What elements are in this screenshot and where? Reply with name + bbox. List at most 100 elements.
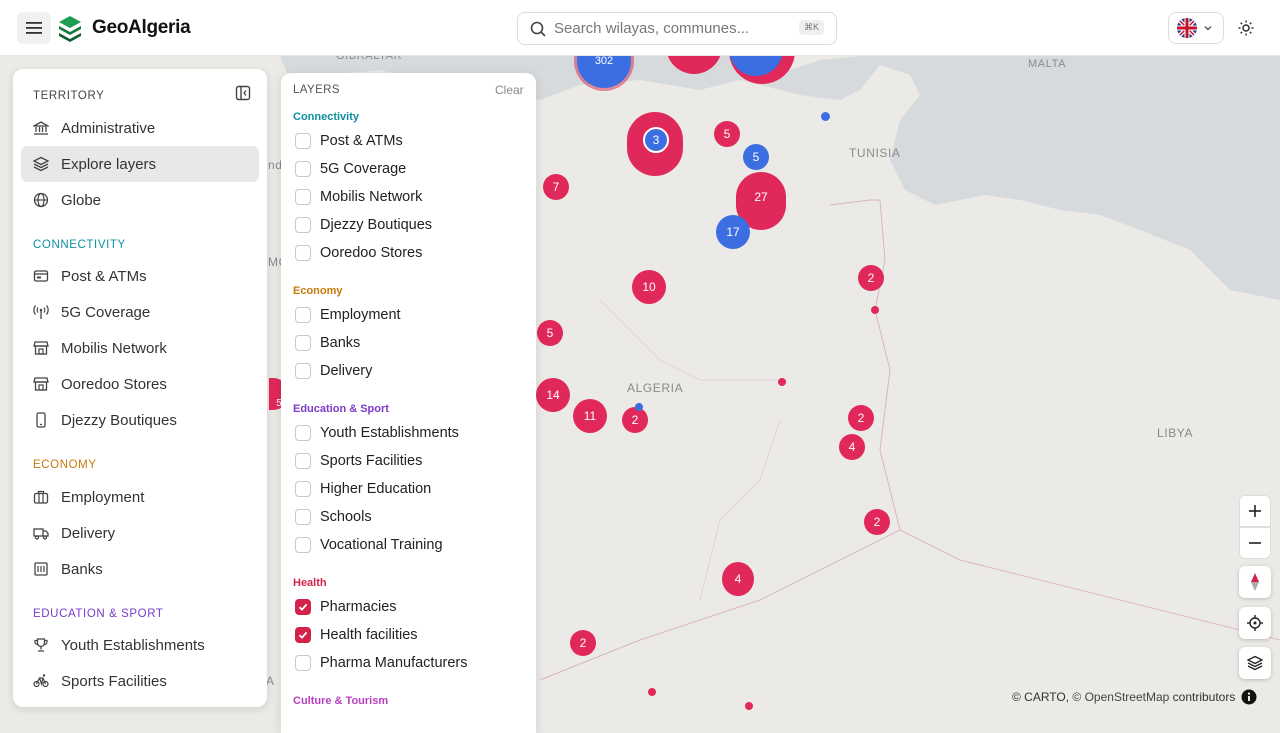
- locate-button[interactable]: [1239, 607, 1271, 639]
- layer-checkbox-row[interactable]: Djezzy Boutiques: [295, 217, 432, 233]
- checkbox-unchecked[interactable]: [295, 425, 311, 441]
- checkbox-unchecked[interactable]: [295, 133, 311, 149]
- map-label-libya: LIBYA: [1157, 426, 1194, 440]
- attribution-osm-link[interactable]: © OpenStreetMap: [1072, 690, 1169, 704]
- collapse-sidebar-icon[interactable]: [235, 85, 251, 101]
- compass-button[interactable]: [1239, 566, 1271, 598]
- sidebar-item-employment[interactable]: Employment: [21, 479, 259, 515]
- cluster-marker[interactable]: 2: [858, 265, 884, 291]
- cluster-count: 5: [752, 150, 760, 164]
- zoom-in-button[interactable]: [1239, 495, 1271, 527]
- checkbox-unchecked[interactable]: [295, 335, 311, 351]
- layer-checkbox-row[interactable]: Pharmacies: [295, 599, 397, 615]
- layer-checkbox-row[interactable]: Ooredoo Stores: [295, 245, 422, 261]
- checkbox-unchecked[interactable]: [295, 509, 311, 525]
- checkbox-unchecked[interactable]: [295, 217, 311, 233]
- cluster-marker[interactable]: 2: [848, 405, 874, 431]
- info-icon[interactable]: [1241, 689, 1257, 705]
- point-marker[interactable]: [778, 378, 786, 386]
- sidebar-item-sports-facilities[interactable]: Sports Facilities: [21, 663, 259, 699]
- cluster-marker[interactable]: 2: [622, 407, 648, 433]
- layer-checkbox-row[interactable]: Schools: [295, 509, 372, 525]
- brand-title: GeoAlgeria: [92, 17, 191, 38]
- cluster-count: 4: [734, 572, 742, 586]
- uk-flag-icon: [1177, 18, 1197, 38]
- cluster-marker[interactable]: 14: [536, 378, 570, 412]
- clear-layers-button[interactable]: Clear: [495, 83, 524, 97]
- layer-checkbox-row[interactable]: Delivery: [295, 363, 372, 379]
- theme-toggle[interactable]: [1234, 16, 1258, 40]
- sidebar-item-globe[interactable]: Globe: [21, 182, 259, 218]
- checkbox-unchecked[interactable]: [295, 245, 311, 261]
- checkbox-unchecked[interactable]: [295, 363, 311, 379]
- checkbox-unchecked[interactable]: [295, 453, 311, 469]
- layer-checkbox-row[interactable]: Vocational Training: [295, 537, 443, 553]
- search-input[interactable]: [554, 20, 784, 37]
- layer-checkbox-row[interactable]: Employment: [295, 307, 401, 323]
- sidebar-item-mobilis-network[interactable]: Mobilis Network: [21, 330, 259, 366]
- trophy-icon: [34, 638, 48, 652]
- sidebar-item-label: Ooredoo Stores: [61, 375, 167, 393]
- layer-checkbox-row[interactable]: Pharma Manufacturers: [295, 655, 467, 671]
- cluster-marker[interactable]: 11: [573, 399, 607, 433]
- cluster-count: 5: [546, 326, 554, 340]
- atm-icon: [33, 270, 49, 282]
- cluster-marker[interactable]: 7: [543, 174, 569, 200]
- sidebar-item-delivery[interactable]: Delivery: [21, 515, 259, 551]
- layer-checkbox-row[interactable]: Mobilis Network: [295, 189, 422, 205]
- layer-checkbox-row[interactable]: Post & ATMs: [295, 133, 403, 149]
- map-label-malta: MALTA: [1028, 58, 1067, 70]
- checkbox-unchecked[interactable]: [295, 161, 311, 177]
- cluster-marker[interactable]: 4: [839, 434, 865, 460]
- checkbox-unchecked[interactable]: [295, 307, 311, 323]
- basemap-layers-button[interactable]: [1239, 647, 1271, 679]
- cluster-marker[interactable]: 5: [537, 320, 563, 346]
- search-shortcut-badge: ⌘K: [798, 20, 824, 35]
- layer-checkbox-row[interactable]: Banks: [295, 335, 360, 351]
- truck-icon: [33, 528, 49, 540]
- menu-button[interactable]: [17, 12, 51, 44]
- checkbox-unchecked[interactable]: [295, 655, 311, 671]
- point-marker[interactable]: [745, 702, 753, 710]
- checkbox-unchecked[interactable]: [295, 481, 311, 497]
- layer-checkbox-row[interactable]: Higher Education: [295, 481, 431, 497]
- cluster-marker[interactable]: 17: [716, 215, 750, 249]
- sidebar-item-explore-layers[interactable]: Explore layers: [21, 146, 259, 182]
- search-bar[interactable]: ⌘K: [517, 12, 837, 45]
- sidebar-item-5g-coverage[interactable]: 5G Coverage: [21, 294, 259, 330]
- checkbox-checked[interactable]: [295, 599, 311, 615]
- layer-checkbox-row[interactable]: Sports Facilities: [295, 453, 422, 469]
- layer-checkbox-row[interactable]: Youth Establishments: [295, 425, 459, 441]
- layer-checkbox-row[interactable]: 5G Coverage: [295, 161, 406, 177]
- sidebar-item-post-atms[interactable]: Post & ATMs: [21, 258, 259, 294]
- sidebar-item-banks[interactable]: Banks: [21, 551, 259, 587]
- sidebar-item-administrative[interactable]: Administrative: [21, 110, 259, 146]
- point-marker[interactable]: [648, 688, 656, 696]
- cluster-marker[interactable]: 2: [570, 630, 596, 656]
- checkbox-unchecked[interactable]: [295, 189, 311, 205]
- point-marker[interactable]: [635, 403, 643, 411]
- cluster-count: 17: [726, 225, 740, 239]
- sidebar-item-youth-establishments[interactable]: Youth Establishments: [21, 627, 259, 663]
- zoom-out-button[interactable]: [1239, 527, 1271, 559]
- phone-icon: [36, 412, 46, 428]
- logo-icon: [59, 16, 81, 42]
- cluster-count: 5: [723, 127, 731, 141]
- point-marker[interactable]: [871, 306, 879, 314]
- cluster-marker[interactable]: 4: [722, 562, 754, 596]
- layer-checkbox-row[interactable]: Health facilities: [295, 627, 418, 643]
- cluster-marker[interactable]: 2: [864, 509, 890, 535]
- sidebar-item-djezzy-boutiques[interactable]: Djezzy Boutiques: [21, 402, 259, 438]
- checkbox-unchecked[interactable]: [295, 537, 311, 553]
- cluster-marker[interactable]: 5: [714, 121, 740, 147]
- layer-checkbox-label: Ooredoo Stores: [320, 245, 423, 261]
- check-icon: [298, 603, 308, 611]
- sidebar-item-ooredoo-stores[interactable]: Ooredoo Stores: [21, 366, 259, 402]
- cluster-marker[interactable]: 3: [643, 127, 669, 153]
- cluster-marker[interactable]: 10: [632, 270, 666, 304]
- language-selector[interactable]: [1168, 12, 1224, 44]
- point-marker[interactable]: [821, 112, 830, 121]
- checkbox-checked[interactable]: [295, 627, 311, 643]
- attribution-carto: © CARTO,: [1012, 690, 1073, 704]
- cluster-marker[interactable]: 5: [743, 144, 769, 170]
